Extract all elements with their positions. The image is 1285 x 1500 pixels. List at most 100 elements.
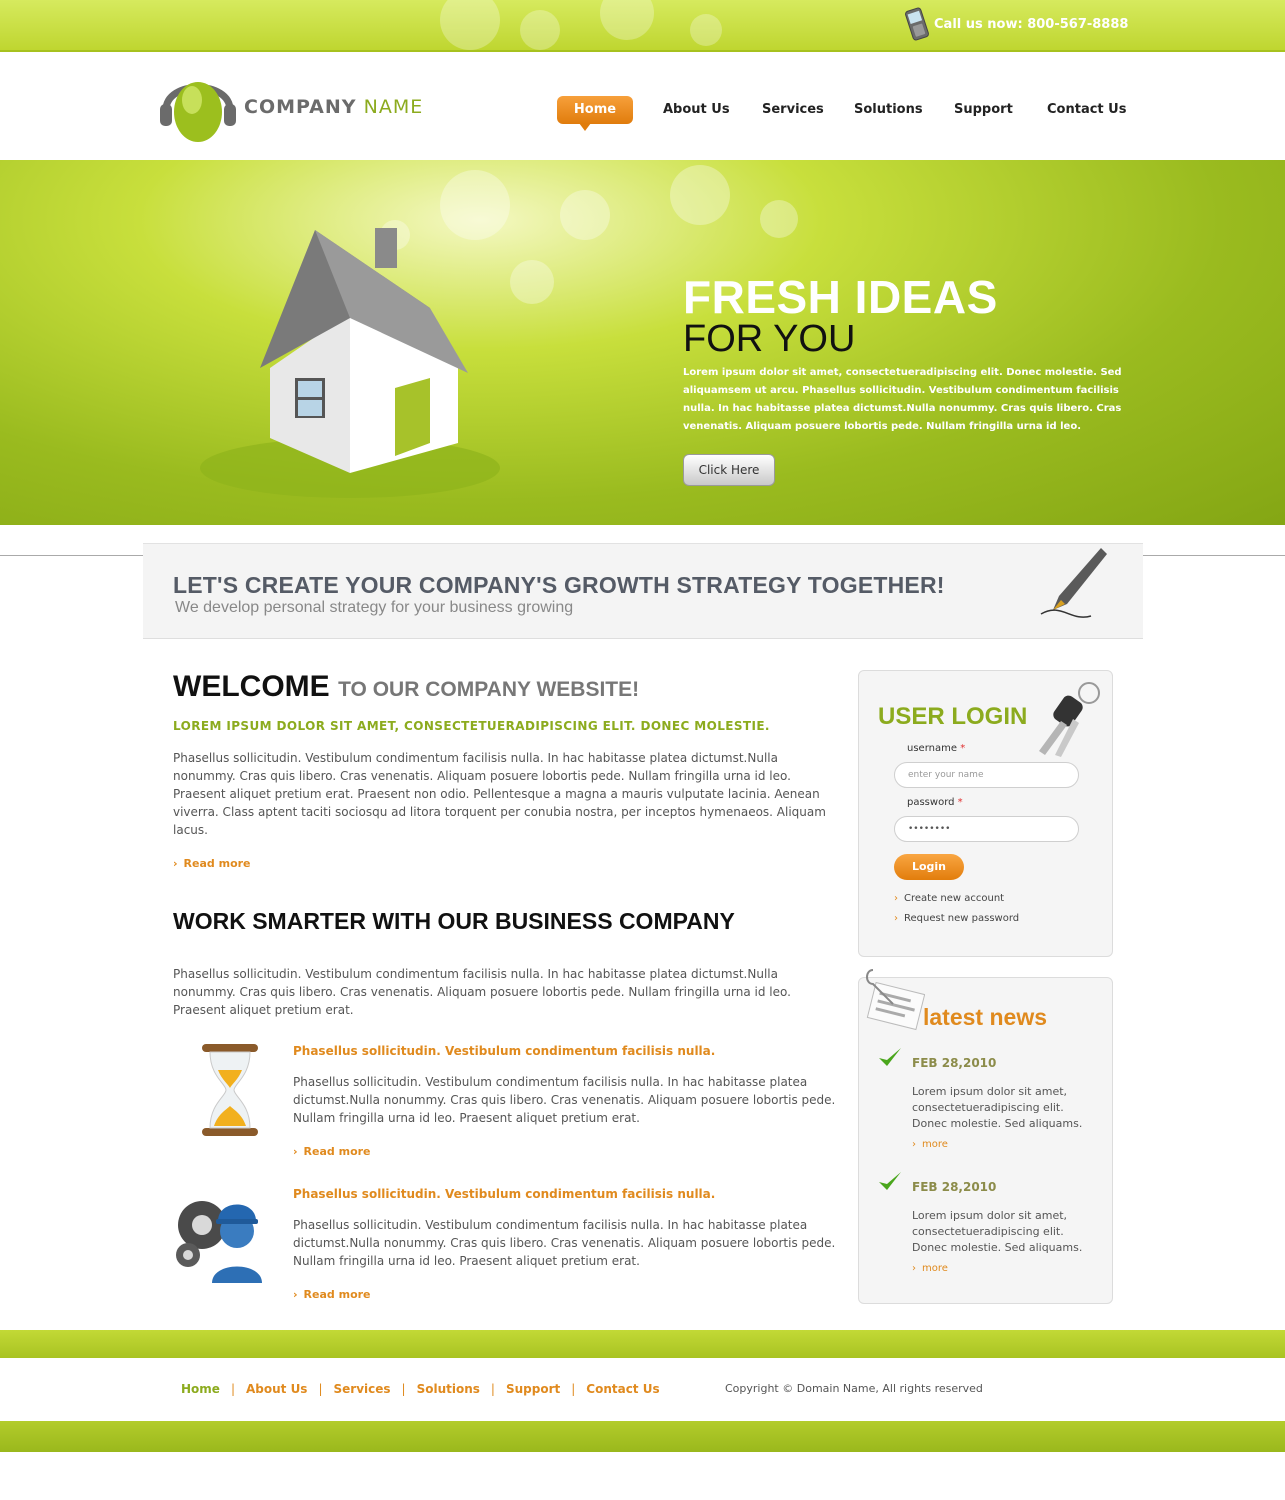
work-text: Phasellus sollicitudin. Vestibulum condi…: [173, 965, 791, 1019]
read-more-link[interactable]: Read more: [173, 857, 251, 870]
footer-separator: |: [571, 1382, 576, 1396]
user-login-panel: USER LOGIN username * enter your name pa…: [858, 670, 1113, 957]
text-line: Praesent aliquet pretium erat.: [173, 1003, 354, 1017]
footer-link-home[interactable]: Home: [181, 1382, 220, 1396]
text-line: Donec molestie. Sed aliquams.: [912, 1241, 1083, 1254]
text-line: Donec molestie. Sed aliquams.: [912, 1117, 1083, 1130]
password-label: password *: [907, 797, 963, 808]
click-here-button[interactable]: Click Here: [683, 454, 775, 486]
welcome-text: Phasellus sollicitudin. Vestibulum condi…: [173, 749, 826, 839]
header: COMPANY NAME Home About Us Services Solu…: [0, 52, 1285, 160]
footer-bar-top: [0, 1330, 1285, 1358]
hero-text: Lorem ipsum dolor sit amet, consectetuer…: [683, 367, 1122, 432]
text-line: consectetueradipiscing elit.: [912, 1101, 1064, 1114]
text-line: Phasellus sollicitudin. Vestibulum condi…: [173, 751, 778, 765]
username-label: username *: [907, 743, 965, 754]
text-line: Lorem ipsum dolor sit amet,: [912, 1085, 1068, 1098]
feature-text: Phasellus sollicitudin. Vestibulum condi…: [293, 1073, 835, 1127]
login-button[interactable]: Login: [894, 854, 964, 880]
footer-separator: |: [401, 1382, 406, 1396]
strategy-banner: LET'S CREATE YOUR COMPANY'S GROWTH STRAT…: [143, 543, 1143, 639]
latest-news-panel: latest news FEB 28,2010 Lorem ipsum dolo…: [858, 969, 1113, 1304]
required-mark: *: [960, 743, 966, 754]
text-line: Nullam fringilla urna id leo. Praesent a…: [293, 1111, 640, 1125]
read-more-link[interactable]: Read more: [293, 1145, 371, 1158]
required-mark: *: [957, 797, 963, 808]
nav-contact-us[interactable]: Contact Us: [1047, 102, 1126, 117]
welcome-rest: TO OUR COMPANY WEBSITE!: [338, 678, 640, 701]
news-date: FEB 28,2010: [912, 1180, 997, 1194]
footer-nav: Home | About Us | Services | Solutions | Support…: [181, 1382, 660, 1396]
newspaper-clip-icon: [866, 969, 925, 1031]
nav-solutions[interactable]: Solutions: [854, 102, 923, 117]
footer: Home | About Us | Services | Solutions | Support…: [0, 1358, 1285, 1421]
password-input[interactable]: ••••••••: [894, 816, 1079, 842]
nav-services[interactable]: Services: [762, 102, 824, 117]
footer-link-solutions[interactable]: Solutions: [417, 1382, 480, 1396]
bokeh-light: [520, 10, 560, 50]
nav-home[interactable]: Home: [557, 96, 633, 131]
bokeh-light: [670, 165, 730, 225]
text-line: viverra. Class aptent taciti sociosqu ad…: [173, 805, 826, 819]
copyright: Copyright © Domain Name, All rights rese…: [725, 1382, 983, 1395]
worker-gears-icon: [176, 1201, 262, 1283]
text-line: nonummy. Cras quis libero. Cras venenati…: [173, 985, 791, 999]
username-label-text: username: [907, 743, 957, 754]
hero-banner: FRESH IDEAS FOR YOU Lorem ipsum dolor si…: [0, 160, 1285, 525]
bokeh-light: [690, 14, 722, 46]
work-title: WORK SMARTER WITH OUR BUSINESS COMPANY: [173, 908, 735, 934]
text-line: consectetueradipiscing elit.: [912, 1225, 1064, 1238]
bokeh-light: [440, 0, 500, 50]
text-line: lacus.: [173, 823, 208, 837]
create-account-link[interactable]: Create new account: [894, 893, 1004, 904]
footer-bar-bottom: [0, 1421, 1285, 1452]
news-more-link[interactable]: more: [912, 1139, 948, 1150]
call-us: Call us now: 800-567-8888: [905, 6, 1128, 42]
feature-text: Phasellus sollicitudin. Vestibulum condi…: [293, 1216, 835, 1270]
text-line: Praesent aliquet pretium erat. Praesent …: [173, 787, 820, 801]
hero-subtitle: FOR YOU: [683, 318, 856, 360]
news-date: FEB 28,2010: [912, 1056, 997, 1070]
mobile-phone-icon: [905, 7, 929, 41]
footer-link-contact-us[interactable]: Contact Us: [586, 1382, 659, 1396]
footer-link-about-us[interactable]: About Us: [246, 1382, 307, 1396]
top-bar: Call us now: 800-567-8888: [0, 0, 1285, 52]
login-title: USER LOGIN: [878, 703, 1028, 730]
text-line: Lorem ipsum dolor sit amet,: [912, 1209, 1068, 1222]
feature-title: Phasellus sollicitudin. Vestibulum condi…: [293, 1187, 716, 1201]
text-line: dictumst.Nulla nonummy. Cras quis libero…: [293, 1093, 836, 1107]
bokeh-light: [560, 190, 610, 240]
bokeh-light: [510, 260, 554, 304]
text-line: Phasellus sollicitudin. Vestibulum condi…: [173, 967, 778, 981]
bokeh-light: [760, 200, 798, 238]
text-line: nonummy. Cras quis libero. Cras venenati…: [173, 769, 791, 783]
checkmark-icon: [879, 1048, 901, 1066]
nav-about-us[interactable]: About Us: [663, 102, 730, 117]
footer-separator: |: [230, 1382, 235, 1396]
footer-link-support[interactable]: Support: [506, 1382, 560, 1396]
welcome-heading: WELCOME TO OUR COMPANY WEBSITE!: [173, 670, 639, 704]
fountain-pen-icon: [1040, 548, 1107, 618]
footer-link-services[interactable]: Services: [334, 1382, 391, 1396]
read-more-link[interactable]: Read more: [293, 1288, 371, 1301]
news-title: latest news: [923, 1004, 1047, 1030]
keys-icon: [1039, 682, 1100, 757]
text-line: Phasellus sollicitudin. Vestibulum condi…: [293, 1075, 808, 1089]
strategy-subtitle: We develop personal strategy for your bu…: [175, 599, 574, 616]
welcome-lead: LOREM IPSUM DOLOR SIT AMET, CONSECTETUER…: [173, 719, 770, 733]
feature-title: Phasellus sollicitudin. Vestibulum condi…: [293, 1044, 716, 1058]
footer-separator: |: [490, 1382, 495, 1396]
hourglass-icon: [202, 1044, 258, 1136]
text-line: dictumst.Nulla nonummy. Cras quis libero…: [293, 1236, 836, 1250]
footer-separator: |: [318, 1382, 323, 1396]
house-icon: [200, 228, 500, 498]
hero-title: FRESH IDEAS: [683, 271, 998, 323]
nav-support[interactable]: Support: [954, 102, 1013, 117]
username-input[interactable]: enter your name: [894, 762, 1079, 788]
text-line: Nullam fringilla urna id leo. Praesent a…: [293, 1254, 640, 1268]
checkmark-icon: [879, 1172, 901, 1190]
password-label-text: password: [907, 797, 955, 808]
welcome-bold: WELCOME: [173, 670, 330, 703]
request-password-link[interactable]: Request new password: [894, 913, 1019, 924]
news-more-link[interactable]: more: [912, 1263, 948, 1274]
